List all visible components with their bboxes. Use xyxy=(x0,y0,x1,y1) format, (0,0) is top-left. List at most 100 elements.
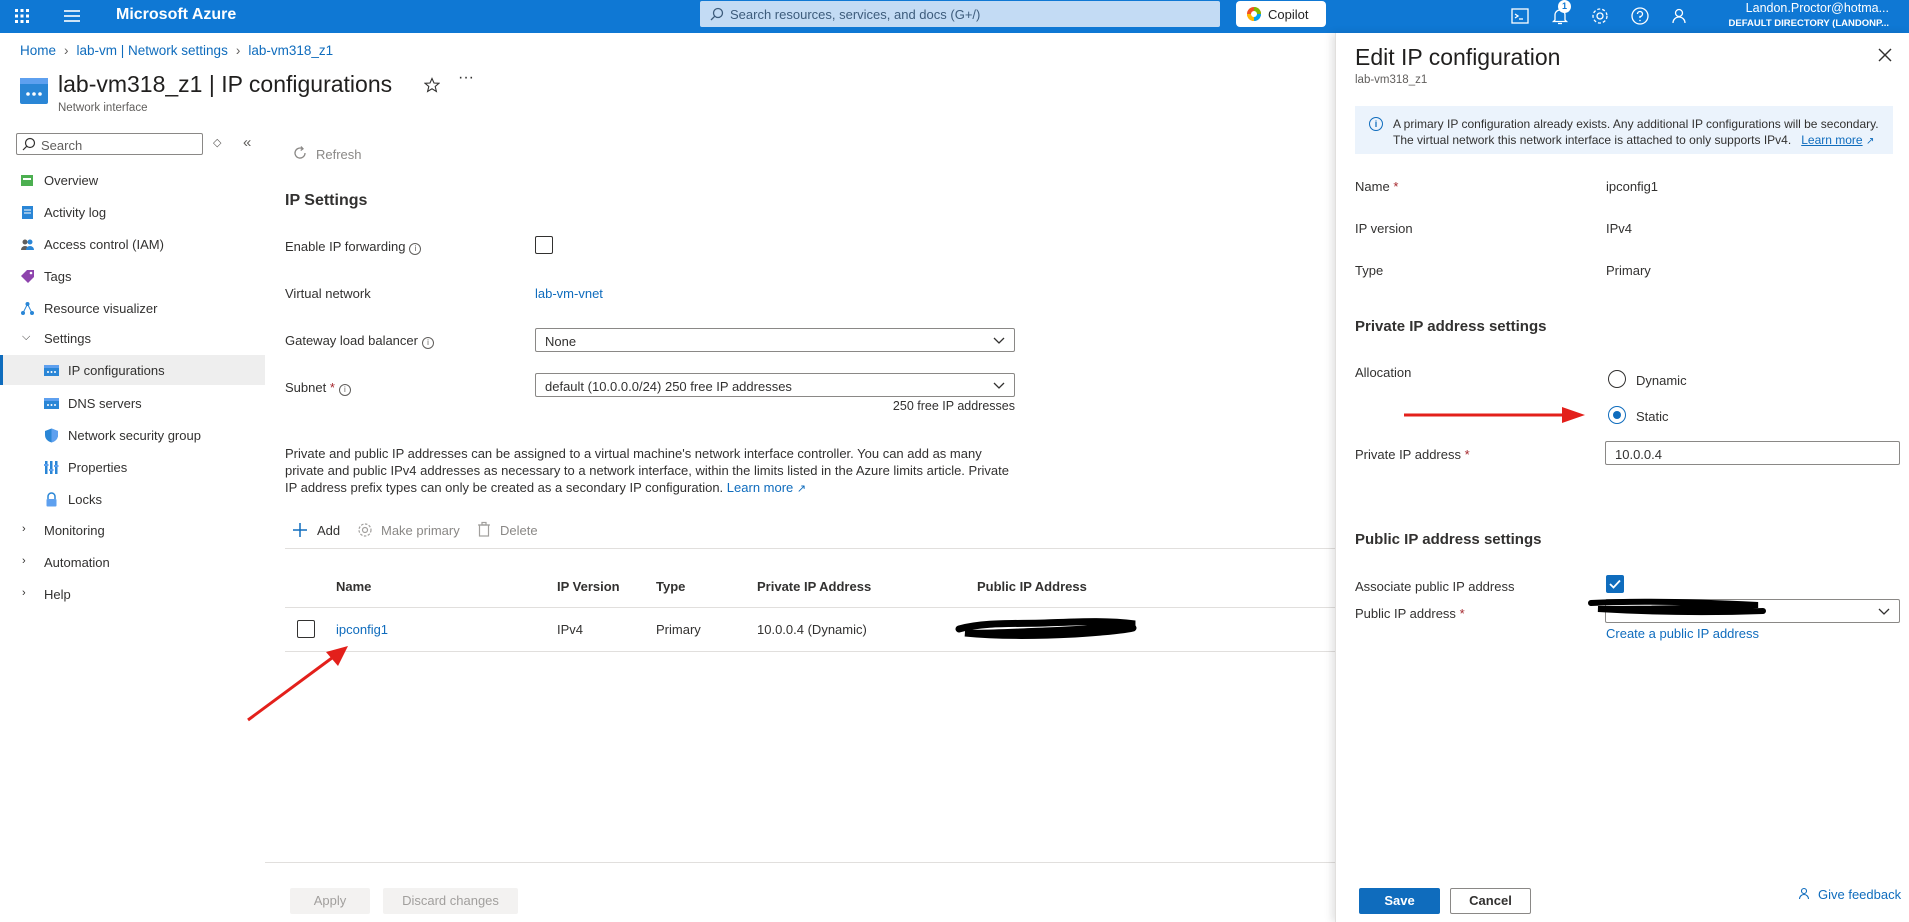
chevron-down-icon: ⌵ xyxy=(22,331,31,343)
description-line: Private and public IP addresses can be a… xyxy=(285,446,982,461)
cancel-button[interactable]: Cancel xyxy=(1450,888,1531,914)
sidebar-item-properties[interactable]: Properties xyxy=(0,452,265,482)
external-link-icon: ↗ xyxy=(796,483,807,495)
global-search-input[interactable]: Search resources, services, and docs (G+… xyxy=(700,1,1220,27)
close-icon[interactable] xyxy=(1878,48,1892,62)
delete-label: Delete xyxy=(500,523,538,538)
ip-version-value: IPv4 xyxy=(1606,221,1633,236)
info-icon[interactable]: i xyxy=(409,243,422,255)
sidebar-item-ip-configurations[interactable]: IP configurations xyxy=(0,355,265,385)
trash-icon xyxy=(478,521,490,537)
page-subtitle: Network interface xyxy=(58,102,148,114)
ip-forwarding-label: Enable IP forwarding i xyxy=(285,239,422,255)
apply-button[interactable]: Apply xyxy=(290,888,370,914)
sidebar-search-input[interactable]: Search xyxy=(16,133,203,155)
sidebar-item-label: Resource visualizer xyxy=(44,301,158,316)
redacted-public-ip-scribble xyxy=(955,618,1137,639)
info-icon[interactable]: i xyxy=(421,337,434,349)
private-ip-settings-heading: Private IP address settings xyxy=(1355,318,1547,335)
gateway-load-balancer-value: None xyxy=(545,334,577,349)
row-select-checkbox[interactable] xyxy=(297,620,315,638)
column-header-private-ip[interactable]: Private IP Address xyxy=(757,579,871,594)
tag-icon xyxy=(21,270,34,283)
page-title: lab-vm318_z1 | IP configurations ··· xyxy=(58,69,474,97)
column-header-type[interactable]: Type xyxy=(656,579,685,594)
favorite-star-icon[interactable] xyxy=(424,77,440,93)
info-icon[interactable]: i xyxy=(338,384,351,396)
sidebar-item-access-control[interactable]: Access control (IAM) xyxy=(0,229,265,259)
edit-ip-configuration-panel xyxy=(1335,33,1909,922)
allocation-static-radio[interactable] xyxy=(1608,406,1626,424)
private-ip-address-input[interactable]: 10.0.0.4 xyxy=(1605,441,1900,465)
overview-icon xyxy=(21,175,33,186)
help-icon[interactable] xyxy=(1628,4,1652,28)
info-message-bar: i A primary IP configuration already exi… xyxy=(1355,106,1893,154)
chevron-right-icon: › xyxy=(22,555,26,567)
expand-collapse-icon[interactable]: ◇ xyxy=(213,136,221,149)
sidebar-item-locks[interactable]: Locks xyxy=(0,484,265,514)
sidebar-item-label: DNS servers xyxy=(68,396,142,411)
chevron-right-icon: › xyxy=(64,43,69,58)
account-name[interactable]: Landon.Proctor@hotma... xyxy=(1746,1,1889,15)
subnet-hint: 250 free IP addresses xyxy=(892,399,1015,413)
table-row: ipconfig1 IPv4 Primary 10.0.0.4 (Dynamic… xyxy=(285,608,1335,650)
subnet-dropdown[interactable]: default (10.0.0.0/24) 250 free IP addres… xyxy=(535,373,1015,397)
sidebar-item-overview[interactable]: Overview xyxy=(0,165,265,195)
allocation-dynamic-label[interactable]: Dynamic xyxy=(1636,373,1687,388)
virtual-network-link[interactable]: lab-vm-vnet xyxy=(535,286,603,301)
sidebar-group-settings[interactable]: ⌵ Settings xyxy=(0,323,265,353)
save-button[interactable]: Save xyxy=(1359,888,1440,914)
cloud-shell-icon[interactable] xyxy=(1508,4,1532,28)
sidebar-group-automation[interactable]: › Automation xyxy=(0,547,265,577)
chevron-down-icon xyxy=(1878,608,1890,615)
app-launcher-icon[interactable] xyxy=(14,8,30,24)
sidebar-item-activity-log[interactable]: Activity log xyxy=(0,197,265,227)
info-learn-more-link[interactable]: Learn more xyxy=(1801,133,1862,147)
sidebar-item-resource-visualizer[interactable]: Resource visualizer xyxy=(0,293,265,323)
column-header-name[interactable]: Name xyxy=(336,579,371,594)
public-ip-settings-heading: Public IP address settings xyxy=(1355,531,1542,548)
ip-version-cell: IPv4 xyxy=(557,622,584,637)
menu-icon[interactable] xyxy=(63,8,81,24)
feedback-person-icon[interactable] xyxy=(1668,4,1692,28)
more-options-icon[interactable]: ··· xyxy=(458,69,474,87)
column-header-ip-version[interactable]: IP Version xyxy=(557,579,620,594)
collapse-sidebar-icon[interactable]: « xyxy=(243,134,251,151)
ipconfig-name-link[interactable]: ipconfig1 xyxy=(336,622,388,637)
account-directory[interactable]: DEFAULT DIRECTORY (LANDONP... xyxy=(1729,18,1889,29)
search-icon xyxy=(710,7,724,21)
ip-description: Private and public IP addresses can be a… xyxy=(285,445,1025,498)
private-ip-address-label: Private IP address * xyxy=(1355,447,1470,462)
sidebar-group-help[interactable]: › Help xyxy=(0,579,265,609)
settings-gear-icon[interactable] xyxy=(1588,4,1612,28)
gateway-load-balancer-dropdown[interactable]: None xyxy=(535,328,1015,352)
brand-name[interactable]: Microsoft Azure xyxy=(116,6,236,24)
copilot-button[interactable]: Copilot xyxy=(1236,1,1326,27)
annotation-arrow xyxy=(1404,407,1585,423)
breadcrumb-home[interactable]: Home xyxy=(20,43,56,58)
sidebar-item-dns-servers[interactable]: DNS servers xyxy=(0,388,265,418)
sidebar-item-tags[interactable]: Tags xyxy=(0,261,265,291)
sidebar-item-label: IP configurations xyxy=(68,363,165,378)
learn-more-link[interactable]: Learn more xyxy=(727,480,793,495)
chevron-down-icon xyxy=(993,382,1005,389)
associate-public-ip-checkbox[interactable] xyxy=(1606,575,1624,593)
make-primary-label: Make primary xyxy=(381,523,460,538)
breadcrumb-parent[interactable]: lab-vm | Network settings xyxy=(77,43,228,58)
sidebar-group-monitoring[interactable]: › Monitoring xyxy=(0,515,265,545)
breadcrumb-current[interactable]: lab-vm318_z1 xyxy=(248,43,333,58)
discard-changes-button[interactable]: Discard changes xyxy=(383,888,518,914)
people-icon xyxy=(21,239,34,250)
allocation-static-label[interactable]: Static xyxy=(1636,409,1669,424)
private-ip-cell: 10.0.0.4 (Dynamic) xyxy=(757,622,867,637)
sidebar-item-label: Tags xyxy=(44,269,72,284)
ip-forwarding-checkbox[interactable] xyxy=(535,236,553,254)
allocation-dynamic-radio[interactable] xyxy=(1608,370,1626,388)
sidebar-item-network-security-group[interactable]: Network security group xyxy=(0,420,265,450)
private-ip-address-value: 10.0.0.4 xyxy=(1615,447,1662,462)
create-public-ip-link[interactable]: Create a public IP address xyxy=(1606,626,1759,641)
ip-configurations-icon xyxy=(44,365,59,376)
feedback-icon xyxy=(1798,887,1810,900)
search-icon xyxy=(22,137,36,151)
column-header-public-ip[interactable]: Public IP Address xyxy=(977,579,1087,594)
